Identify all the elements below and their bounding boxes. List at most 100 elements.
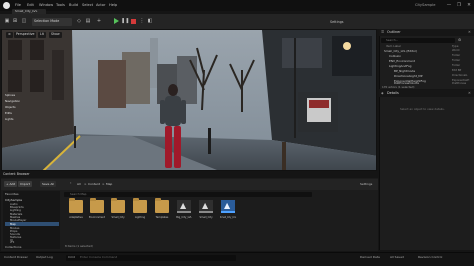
level-icon: ▲	[180, 201, 187, 210]
back-icon[interactable]: ‹	[70, 181, 71, 186]
content-browser-tab[interactable]: Content Browser	[3, 172, 30, 176]
pause-icon[interactable]: ❚❚	[121, 18, 129, 25]
details-panel	[379, 90, 474, 250]
menu-window[interactable]: Window	[39, 3, 53, 8]
create-icon[interactable]: ⊞	[12, 18, 18, 25]
menu-actor[interactable]: Actor	[96, 3, 105, 8]
cinematics-icon[interactable]: ▤	[85, 18, 91, 25]
level-icon: ▲	[224, 201, 231, 210]
breadcrumb-item[interactable]: Content	[88, 182, 100, 186]
lit-button[interactable]: Lit	[38, 32, 46, 38]
maximize-icon[interactable]: ❐	[456, 3, 462, 9]
details-empty-message: Select an object to view details.	[400, 107, 445, 111]
menu-select[interactable]: Select	[82, 3, 93, 8]
asset-folder[interactable]	[69, 198, 83, 213]
derived-data-button[interactable]: Derived Data	[360, 256, 380, 259]
add-button[interactable]: + Add	[4, 181, 18, 187]
outliner-row-label: DirectionalLight_MP	[394, 73, 423, 78]
outliner-column-type[interactable]: Type	[452, 44, 458, 48]
content-icon[interactable]: ◫	[21, 18, 27, 25]
content-drawer-button[interactable]: Content Drawer	[4, 256, 28, 259]
add-actor-icon[interactable]: +	[96, 18, 102, 25]
level-asset-thumbnail[interactable]: ▲	[177, 200, 191, 213]
asset-label: Small_City_LVL	[219, 216, 237, 219]
asset-folder[interactable]	[90, 198, 104, 213]
outliner-row-type: Folder	[452, 53, 461, 57]
asset-label: Lighting	[134, 216, 146, 219]
breadcrumb-separator: >	[102, 181, 105, 186]
asset-label: Environment	[89, 216, 105, 219]
details-icon: ◈	[381, 90, 384, 95]
asset-folder[interactable]	[111, 198, 125, 213]
asset-search-input[interactable]	[64, 192, 312, 197]
outliner-column-label[interactable]: Item Label	[386, 44, 401, 48]
asset-label: Small_City	[199, 216, 213, 219]
content-browser-toolbar	[1, 179, 378, 190]
window-title: CitySample	[415, 2, 436, 7]
content-browser-tab-bar	[1, 172, 378, 178]
outliner-actor-count: 170 actors (1 selected)	[382, 85, 415, 89]
outliner-row-label: Collision	[389, 53, 402, 58]
menu-help[interactable]: Help	[109, 3, 117, 8]
outliner-row-type: PostProcess	[452, 81, 467, 85]
all-saved-status[interactable]: All Saved	[390, 256, 404, 259]
level-icon: ▲	[202, 201, 209, 210]
save-all-button[interactable]: Save All	[40, 181, 57, 187]
favorites-header[interactable]: Favorites	[5, 192, 19, 196]
viewport-side-item[interactable]: Lights	[5, 118, 15, 123]
save-icon[interactable]: ▣	[4, 18, 10, 25]
show-button[interactable]: Show	[49, 32, 62, 38]
platforms-icon[interactable]: ◧	[147, 18, 153, 25]
revision-control-button[interactable]: Revision Control	[418, 256, 442, 259]
asset-label: Templates	[155, 216, 169, 219]
outliner-row-type: Folder	[452, 58, 461, 62]
asset-search-placeholder: Search Map	[70, 192, 87, 197]
more-play-options-icon[interactable]: ⋮	[139, 18, 145, 25]
collections-header[interactable]: Collections	[5, 245, 21, 249]
level-tab-label: Small_City_LVL	[15, 8, 38, 13]
menu-edit[interactable]: Edit	[27, 3, 34, 8]
outliner-row-label: ENV_Environment	[389, 58, 415, 63]
content-browser-settings[interactable]: Settings	[360, 182, 372, 186]
close-icon[interactable]: ✕	[466, 3, 472, 9]
outliner-search-placeholder: Search...	[386, 38, 399, 43]
level-tab[interactable]: Small_City_LVL	[12, 9, 46, 14]
asset-count: 8 items (1 selected)	[65, 243, 93, 248]
tree-folder[interactable]: MoviePlayer	[10, 219, 26, 222]
asset-label: Small_City	[111, 216, 125, 219]
selection-mode-label: Selection Mode	[34, 19, 60, 23]
breadcrumb-item[interactable]: All	[77, 182, 81, 186]
outliner-title[interactable]: Outliner	[387, 30, 401, 34]
level-asset-thumbnail[interactable]: ▲	[199, 200, 213, 213]
outliner-row-type: Edit BP	[452, 68, 462, 72]
outliner-row-type: Folder	[452, 63, 461, 67]
import-button[interactable]: Import	[18, 181, 32, 187]
asset-label: Big_City_LVL	[176, 216, 192, 219]
filter-icon[interactable]: ⚙	[458, 38, 461, 43]
level-viewport[interactable]: ≡ Perspective Lit Show Splines Navigatio…	[1, 29, 377, 171]
output-log-button[interactable]: Output Log	[36, 256, 53, 259]
toolbar-settings[interactable]: Settings	[330, 20, 344, 24]
details-title[interactable]: Details	[387, 91, 399, 95]
menu-file[interactable]: File	[15, 3, 21, 8]
outliner-row-label: LightingAndFog	[389, 63, 412, 68]
minimize-icon[interactable]: —	[446, 3, 452, 9]
viewport-menu-icon[interactable]: ≡	[6, 32, 13, 38]
outliner-row-type: World	[452, 48, 460, 52]
menu-tools[interactable]: Tools	[56, 3, 65, 8]
console-placeholder: Enter Console Command	[80, 255, 118, 259]
breadcrumb-item[interactable]: Map	[106, 182, 112, 186]
blueprint-icon[interactable]: ◇	[76, 18, 82, 25]
unreal-logo-icon[interactable]	[3, 2, 10, 9]
stop-icon[interactable]	[131, 18, 136, 24]
close-panel-icon[interactable]: ✕	[468, 30, 471, 34]
asset-folder[interactable]	[133, 198, 147, 213]
asset-label: Adaptative	[69, 216, 83, 219]
perspective-button[interactable]: Perspective	[14, 32, 37, 38]
asset-folder[interactable]	[155, 198, 169, 213]
menu-build[interactable]: Build	[69, 3, 78, 8]
level-asset-thumbnail-selected[interactable]: ▲	[221, 200, 235, 213]
outliner-row-type: DirectionalL	[452, 73, 468, 77]
close-panel-icon[interactable]: ✕	[468, 91, 471, 95]
outliner-row-label: BP_Nightmode	[394, 68, 416, 73]
